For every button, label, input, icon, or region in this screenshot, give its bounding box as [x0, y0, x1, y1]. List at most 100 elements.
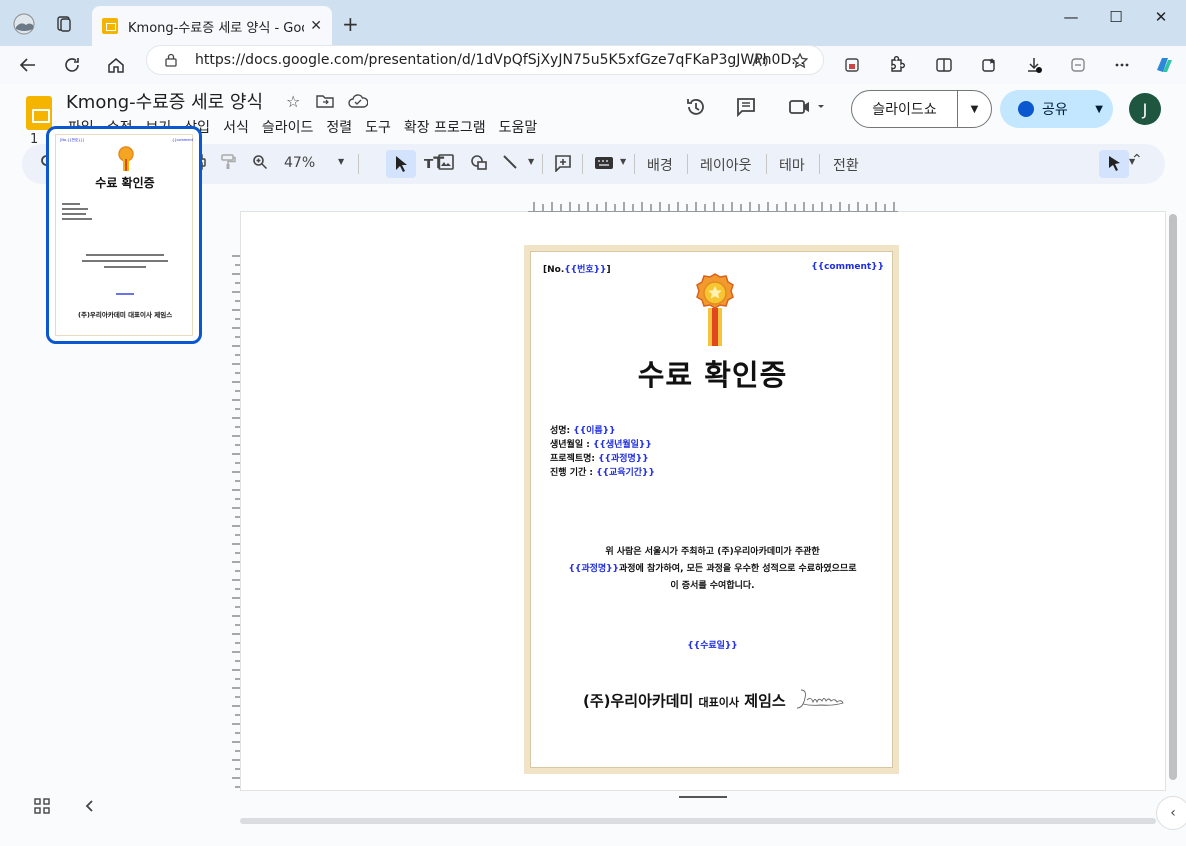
number-close: ]: [606, 265, 611, 275]
transition-button[interactable]: 전환: [833, 155, 859, 175]
comment-placeholder: {{comment}}: [811, 262, 884, 272]
refresh-icon[interactable]: [58, 51, 86, 79]
certificate-slide[interactable]: [No.{{번호}}] {{comment}} 수료 확인증 성명: {{이름}…: [524, 245, 899, 774]
select-cursor-icon[interactable]: [394, 155, 408, 173]
read-aloud-icon[interactable]: [751, 52, 769, 70]
slides-favicon-icon: [102, 18, 118, 34]
speaker-notes-handle[interactable]: [679, 796, 727, 798]
toolbar-divider: [358, 154, 359, 174]
ceo-name: 제임스: [744, 692, 786, 710]
menu-format[interactable]: 서식: [223, 117, 249, 137]
menu-arrange[interactable]: 정렬: [326, 117, 352, 137]
account-avatar[interactable]: J: [1129, 93, 1161, 125]
url-bar[interactable]: https://docs.google.com/presentation/d/1…: [146, 45, 824, 75]
lock-icon[interactable]: [165, 53, 177, 67]
slide-number: 1: [30, 132, 39, 147]
thumbnail-preview-image: [No.{{번호}}] {{comment}} 수료 확인증 (주)우리아카데미…: [60, 137, 198, 319]
active-tab[interactable]: Kmong-수료증 세로 양식 - Goog ✕: [92, 6, 332, 46]
workspaces-icon[interactable]: [50, 10, 78, 38]
comments-icon[interactable]: [735, 96, 757, 118]
cloud-saved-icon[interactable]: [348, 94, 368, 108]
issuer-signature-line: (주)우리아카데미 대표이사 제임스: [583, 690, 786, 711]
vertical-ruler: [232, 255, 240, 788]
move-folder-icon[interactable]: [316, 94, 334, 108]
meet-video-icon[interactable]: [789, 96, 825, 118]
add-comment-icon[interactable]: [554, 154, 572, 172]
thumbnail-preview: [No.{{번호}}] {{comment}} 수료 확인증 (주)우리아카데미…: [55, 134, 198, 336]
new-tab-button[interactable]: +: [342, 12, 359, 36]
input-tools-dropdown-icon[interactable]: ▼: [620, 157, 626, 166]
line-icon[interactable]: [502, 154, 518, 170]
course-placeholder: {{과정명}}: [568, 564, 619, 574]
toolbar-divider: [819, 154, 820, 174]
field-project-value: {{과정명}}: [598, 454, 649, 464]
zoom-level[interactable]: 47%: [284, 155, 315, 171]
document-title[interactable]: Kmong-수료증 세로 양식: [66, 88, 263, 114]
share-dropdown-icon[interactable]: ▼: [1095, 104, 1103, 115]
field-birthdate: 생년월일 : {{생년월일}}: [550, 438, 655, 452]
svg-text:수료 확인증: 수료 확인증: [95, 175, 154, 190]
url-text[interactable]: https://docs.google.com/presentation/d/1…: [195, 52, 805, 68]
browser-essentials-icon[interactable]: [1064, 51, 1092, 79]
number-field: [No.{{번호}}]: [543, 262, 611, 275]
company-name: (주)우리아카데미: [583, 692, 694, 710]
split-screen-icon[interactable]: [930, 51, 958, 79]
tab-close-icon[interactable]: ✕: [310, 18, 322, 34]
menu-extensions[interactable]: 확장 프로그램: [404, 117, 486, 137]
more-menu-icon[interactable]: [1108, 51, 1136, 79]
menu-tools[interactable]: 도구: [365, 117, 391, 137]
ceo-title: 대표이사: [698, 696, 740, 709]
grid-view-icon[interactable]: [34, 798, 50, 814]
body-line-1: 위 사람은 서울시가 주최하고 (주)우리아카데미가 주관한: [605, 547, 820, 557]
pointer-mode-icon[interactable]: [1107, 155, 1121, 173]
zoom-dropdown-icon[interactable]: ▼: [338, 157, 344, 166]
star-icon[interactable]: ☆: [286, 92, 300, 111]
field-birthdate-value: {{생년월일}}: [593, 440, 652, 450]
globe-icon: [1018, 101, 1034, 117]
body-line-2: {{과정명}}과정에 참가하여, 모든 과정을 우수한 성적으로 수료하였으므로: [531, 561, 894, 578]
side-panel-toggle-icon[interactable]: ‹: [1156, 796, 1186, 830]
background-button[interactable]: 배경: [647, 155, 673, 175]
field-name-label: 성명:: [550, 426, 574, 436]
paint-format-icon[interactable]: [220, 154, 236, 170]
back-icon[interactable]: [14, 51, 42, 79]
close-window-button[interactable]: ✕: [1139, 8, 1183, 26]
slideshow-button[interactable]: 슬라이드쇼 ▼: [851, 90, 992, 128]
slideshow-label[interactable]: 슬라이드쇼: [852, 99, 957, 119]
field-birthdate-label: 생년월일 :: [550, 440, 593, 450]
home-icon[interactable]: [102, 51, 130, 79]
hide-menus-icon[interactable]: ⌃: [1131, 152, 1143, 168]
slide-thumbnail[interactable]: [No.{{번호}}] {{comment}} 수료 확인증 (주)우리아카데미…: [46, 126, 202, 344]
horizontal-scrollbar[interactable]: [240, 818, 1156, 824]
theme-button[interactable]: 테마: [779, 155, 805, 175]
menu-help[interactable]: 도움말: [499, 117, 538, 137]
zoom-icon[interactable]: [252, 154, 268, 170]
version-history-icon[interactable]: [685, 96, 707, 118]
insert-image-icon[interactable]: [438, 154, 454, 170]
downloads-icon[interactable]: [1020, 51, 1048, 79]
line-dropdown-icon[interactable]: ▼: [528, 157, 534, 166]
share-button[interactable]: 공유 ▼: [1000, 90, 1113, 128]
slideshow-dropdown-icon[interactable]: ▼: [958, 104, 991, 115]
minimize-button[interactable]: —: [1049, 8, 1093, 26]
field-name-value: {{이름}}: [573, 426, 616, 436]
layout-button[interactable]: 레이아웃: [700, 155, 752, 175]
extensions-icon[interactable]: [882, 51, 910, 79]
collapse-filmstrip-icon[interactable]: [84, 798, 96, 814]
shape-icon[interactable]: [470, 154, 488, 170]
field-period-value: {{교육기간}}: [596, 468, 655, 478]
profile-icon[interactable]: [10, 10, 38, 38]
collections-icon[interactable]: [838, 51, 866, 79]
input-tools-icon[interactable]: [594, 156, 614, 170]
recipient-fields: 성명: {{이름}} 생년월일 : {{생년월일}} 프로젝트명: {{과정명}…: [550, 424, 655, 480]
slides-logo-icon[interactable]: [26, 96, 52, 130]
vertical-scrollbar[interactable]: [1169, 214, 1177, 780]
menu-slide[interactable]: 슬라이드: [262, 117, 314, 137]
favorite-star-icon[interactable]: [791, 52, 809, 70]
tab-title: Kmong-수료증 세로 양식 - Goog: [128, 20, 304, 36]
copilot-icon[interactable]: [1150, 51, 1178, 79]
toolbar-divider: [582, 154, 583, 174]
field-project-label: 프로젝트명:: [550, 454, 599, 464]
favorites-icon[interactable]: [975, 51, 1003, 79]
maximize-button[interactable]: ☐: [1094, 8, 1138, 26]
